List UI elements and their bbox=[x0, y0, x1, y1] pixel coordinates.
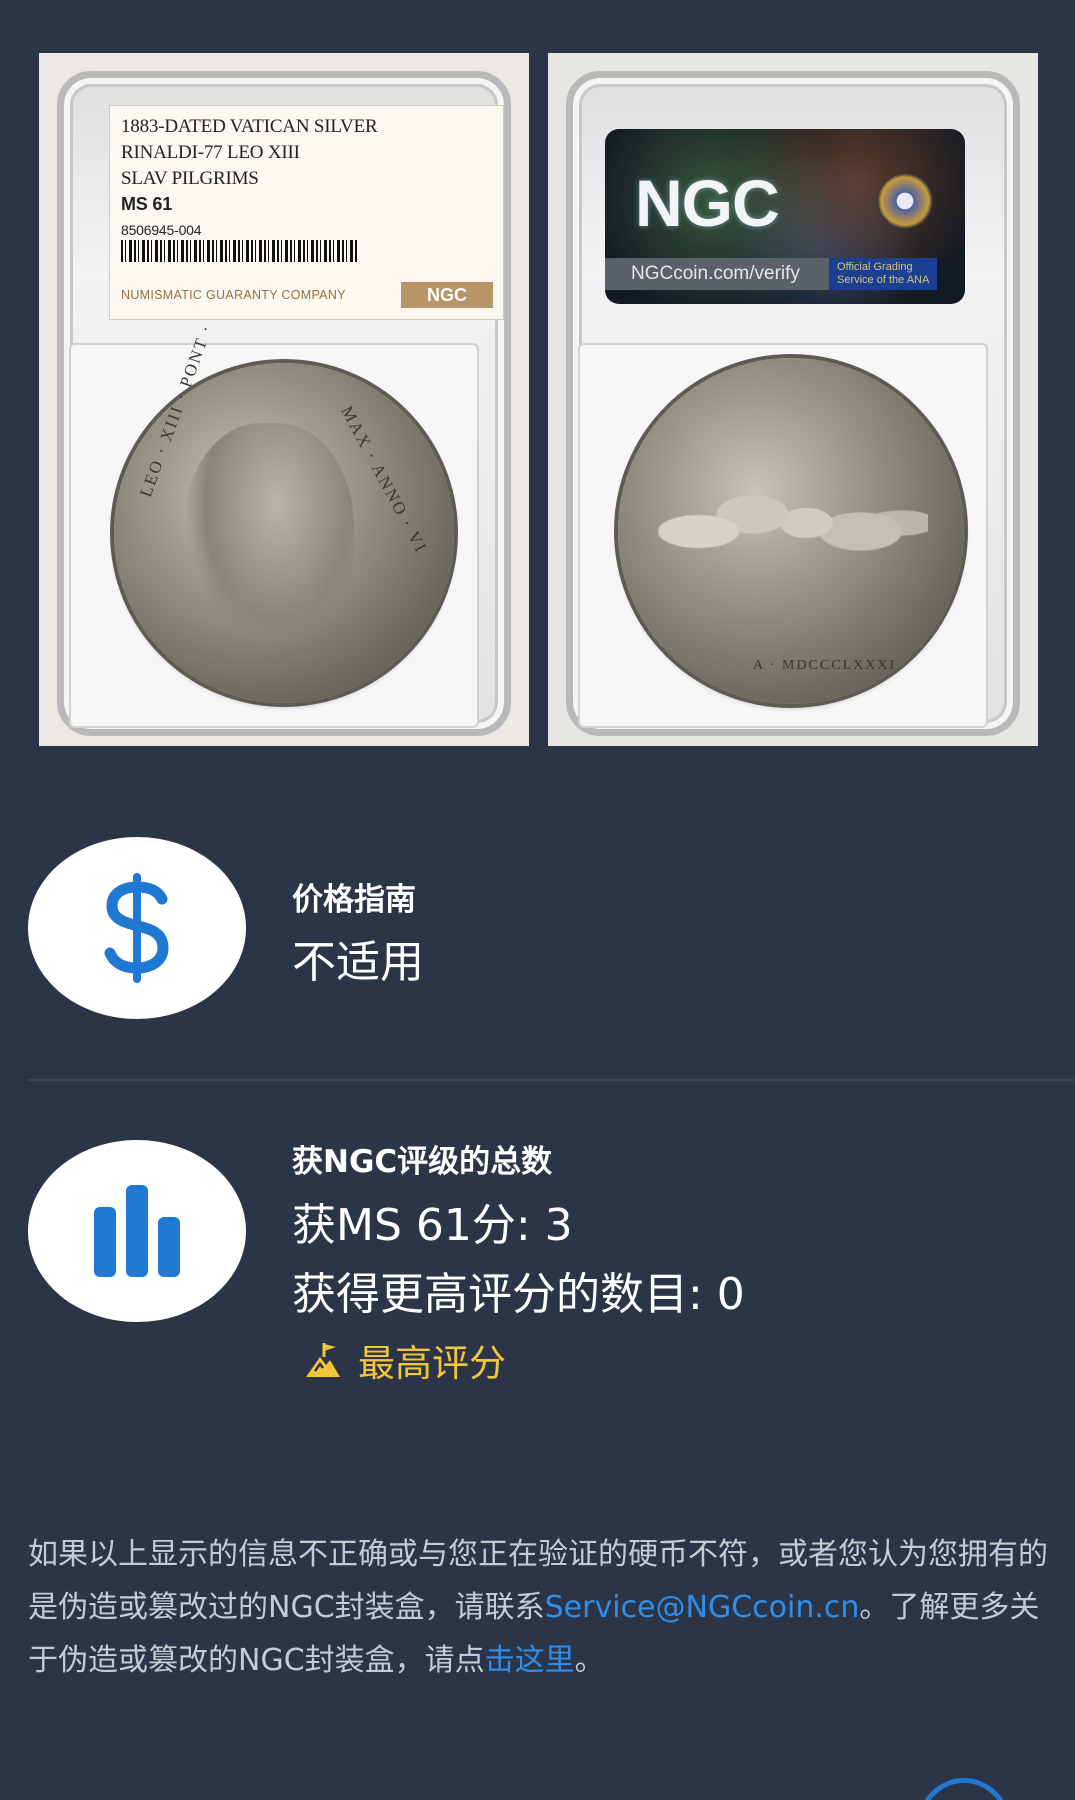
pilgrim-scene bbox=[658, 438, 928, 608]
price-guide-value: 不适用 bbox=[292, 937, 424, 988]
service-email-link[interactable]: Service@NGCcoin.cn bbox=[545, 1590, 860, 1625]
price-guide-icon-circle bbox=[28, 837, 246, 1019]
coin-obverse: LEO · XIII · PONT · MAX · ANNO · VI bbox=[114, 321, 454, 703]
coin-reverse: A · MDCCCLXXXI bbox=[618, 358, 964, 704]
label-grade: MS 61 bbox=[121, 194, 173, 214]
label-line-2: RINALDI-77 LEO XIII bbox=[121, 142, 300, 163]
section-divider bbox=[28, 1079, 1075, 1081]
label-cert-number: 8506945-004 bbox=[121, 222, 202, 238]
top-grade-label: 最高评分 bbox=[358, 1342, 506, 1385]
label-company: NUMISMATIC GUARANTY COMPANY bbox=[121, 288, 346, 302]
official-grading-text: Official Grading Service of the ANA bbox=[829, 258, 937, 290]
portrait-bust bbox=[184, 423, 354, 653]
click-here-link[interactable]: 击这里 bbox=[485, 1643, 575, 1678]
mountain-flag-icon bbox=[306, 1343, 340, 1377]
ngc-logo: NGC bbox=[635, 166, 780, 240]
barcode-icon bbox=[121, 240, 357, 262]
seal-icon bbox=[877, 173, 933, 229]
dollar-icon bbox=[104, 873, 169, 983]
floating-action-button[interactable] bbox=[918, 1778, 1010, 1800]
label-ngc-logo: NGC bbox=[401, 282, 493, 308]
coin-verification-page: 1883-DATED VATICAN SILVER RINALDI-77 LEO… bbox=[0, 0, 1075, 1800]
population-icon-circle bbox=[28, 1140, 246, 1322]
notice-text-3: 。 bbox=[574, 1643, 605, 1678]
verify-url: NGCcoin.com/verify bbox=[605, 258, 829, 290]
coin-obverse-image[interactable]: 1883-DATED VATICAN SILVER RINALDI-77 LEO… bbox=[39, 53, 529, 746]
notice-paragraph: 如果以上显示的信息不正确或与您正在验证的硬币不符，或者您认为您拥有的是伪造或篡改… bbox=[28, 1528, 1048, 1687]
population-higher-count: 获得更高评分的数目: 0 bbox=[292, 1269, 745, 1320]
population-grade-count: 获MS 61分: 3 bbox=[292, 1200, 573, 1251]
label-line-1: 1883-DATED VATICAN SILVER bbox=[121, 116, 378, 137]
reverse-exergue: A · MDCCCLXXXI bbox=[753, 658, 897, 673]
ngc-hologram-label: NGC NGCcoin.com/verify Official Grading … bbox=[605, 129, 965, 304]
coin-reverse-image[interactable]: NGC NGCcoin.com/verify Official Grading … bbox=[548, 53, 1038, 746]
bar-chart-icon bbox=[94, 1185, 180, 1277]
top-grade-link[interactable]: 最高评分 bbox=[304, 1333, 506, 1387]
population-title: 获NGC评级的总数 bbox=[292, 1144, 553, 1180]
label-line-3: SLAV PILGRIMS bbox=[121, 168, 259, 189]
price-guide-title: 价格指南 bbox=[292, 882, 416, 918]
grading-label: 1883-DATED VATICAN SILVER RINALDI-77 LEO… bbox=[109, 105, 504, 320]
